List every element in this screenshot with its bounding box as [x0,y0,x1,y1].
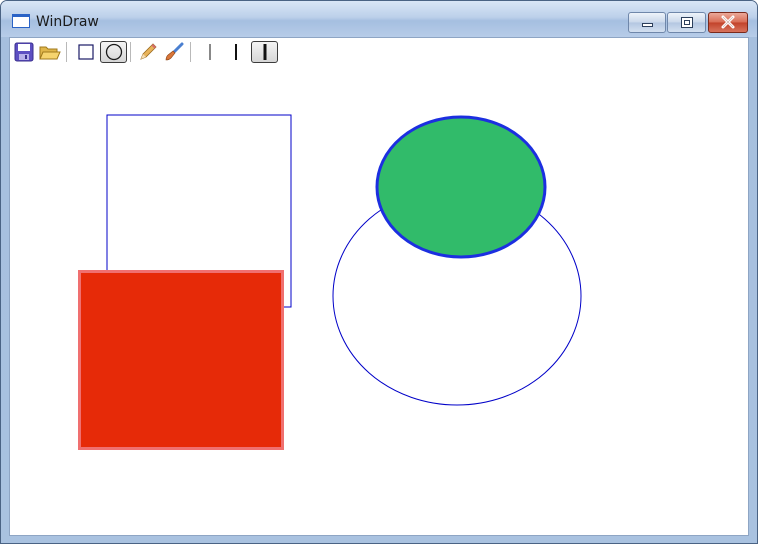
minimize-button[interactable] [628,12,666,33]
title-bar[interactable]: WinDraw [1,1,757,37]
app-window: WinDraw [0,0,758,544]
thin-line-button[interactable] [198,41,222,63]
maximize-icon [681,17,693,28]
ellipse-filled-shape[interactable] [375,115,547,259]
medium-line-button[interactable] [224,41,248,63]
toolbar-separator [190,42,191,62]
open-button[interactable] [38,41,62,63]
rectangle-tool-icon [78,44,94,60]
toolbar-separator [66,42,67,62]
rectangle-filled-shape[interactable] [78,270,284,450]
brush-button[interactable] [162,41,186,63]
pencil-icon [140,43,157,60]
ellipse-tool-icon [105,43,122,61]
app-icon [12,14,30,28]
folder-open-icon [39,46,61,60]
brush-icon [165,42,184,61]
line-width-thick-icon [263,44,266,60]
save-icon [14,42,34,62]
maximize-button[interactable] [667,12,706,33]
ellipse-tool-button[interactable] [100,41,127,63]
drawing-canvas[interactable] [10,66,748,535]
thick-line-button[interactable] [251,41,278,63]
save-button[interactable] [12,41,36,63]
minimize-icon [642,23,653,27]
rectangle-tool-button[interactable] [74,41,98,63]
close-button[interactable] [708,12,748,33]
toolbar-separator [130,42,131,62]
window-title: WinDraw [36,14,99,30]
pencil-button[interactable] [136,41,160,63]
client-area [9,37,749,536]
toolbar [10,38,748,66]
line-width-thin-icon [209,44,211,60]
close-icon [721,15,735,29]
line-width-medium-icon [235,44,237,60]
